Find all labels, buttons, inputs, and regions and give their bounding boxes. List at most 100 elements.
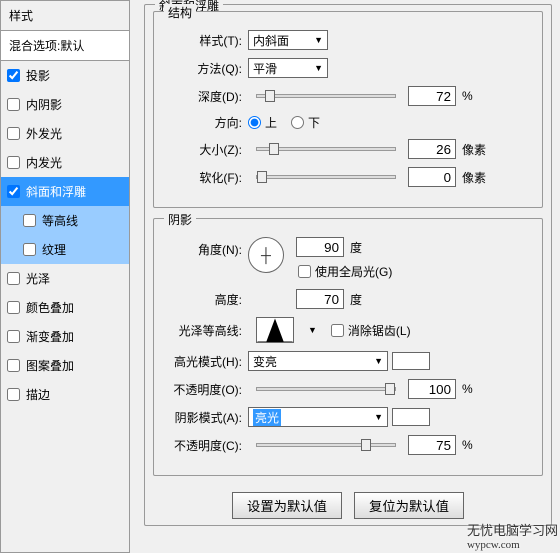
style-item-contour[interactable]: 等高线 [1, 206, 129, 235]
soften-slider[interactable] [256, 175, 396, 179]
shadow-mode-label: 阴影模式(A): [166, 409, 248, 426]
chevron-down-icon[interactable]: ▼ [308, 325, 317, 335]
gloss-contour-picker[interactable] [256, 317, 294, 343]
style-item-label: 内发光 [26, 154, 62, 171]
style-item-label: 内阴影 [26, 96, 62, 113]
checkbox-gradient-overlay[interactable] [7, 330, 20, 343]
angle-input[interactable] [296, 237, 344, 257]
styles-panel-title: 样式 [1, 1, 129, 31]
highlight-opacity-input[interactable] [408, 379, 456, 399]
size-input[interactable] [408, 139, 456, 159]
direction-up[interactable]: 上 [248, 114, 277, 131]
crosshair-icon: ┼ [261, 247, 271, 263]
soften-label: 软化(F): [166, 169, 248, 186]
checkbox-outer-glow[interactable] [7, 127, 20, 140]
shadow-color-swatch[interactable] [392, 408, 430, 426]
style-item-label: 图案叠加 [26, 357, 74, 374]
checkbox-contour[interactable] [23, 214, 36, 227]
checkbox-bevel[interactable] [7, 185, 20, 198]
size-unit: 像素 [462, 141, 486, 158]
altitude-label: 高度: [166, 291, 248, 308]
style-item-label: 外发光 [26, 125, 62, 142]
style-item-stroke[interactable]: 描边 [1, 380, 129, 409]
depth-unit: % [462, 89, 473, 103]
shadow-mode-dropdown[interactable]: 亮光 ▼ [248, 407, 388, 427]
highlight-color-swatch[interactable] [392, 352, 430, 370]
altitude-input[interactable] [296, 289, 344, 309]
depth-input[interactable] [408, 86, 456, 106]
styles-panel: 样式 混合选项:默认 投影 内阴影 外发光 内发光 斜面和浮雕 [0, 0, 130, 553]
highlight-opacity-slider[interactable] [256, 387, 396, 391]
checkbox-antialias[interactable] [331, 324, 344, 337]
style-item-label: 描边 [26, 386, 50, 403]
checkbox-satin[interactable] [7, 272, 20, 285]
angle-label: 角度(N): [166, 237, 248, 258]
checkbox-pattern-overlay[interactable] [7, 359, 20, 372]
chevron-down-icon: ▼ [314, 63, 323, 73]
blend-options-label[interactable]: 混合选项:默认 [1, 31, 129, 61]
style-item-pattern-overlay[interactable]: 图案叠加 [1, 351, 129, 380]
highlight-mode-label: 高光模式(H): [166, 353, 248, 370]
style-dropdown[interactable]: 内斜面 ▼ [248, 30, 328, 50]
direction-down[interactable]: 下 [291, 114, 320, 131]
size-slider[interactable] [256, 147, 396, 151]
shadow-opacity-slider[interactable] [256, 443, 396, 447]
method-value: 平滑 [253, 60, 277, 77]
style-item-satin[interactable]: 光泽 [1, 264, 129, 293]
shadow-opacity-unit: % [462, 438, 473, 452]
checkbox-color-overlay[interactable] [7, 301, 20, 314]
shading-group: 阴影 角度(N): ┼ 度 使用全局光(G) [153, 218, 543, 476]
angle-unit: 度 [350, 239, 362, 256]
checkbox-drop-shadow[interactable] [7, 69, 20, 82]
style-item-inner-shadow[interactable]: 内阴影 [1, 90, 129, 119]
radio-up[interactable] [248, 116, 261, 129]
method-label: 方法(Q): [166, 60, 248, 77]
soften-input[interactable] [408, 167, 456, 187]
style-item-outer-glow[interactable]: 外发光 [1, 119, 129, 148]
style-item-texture[interactable]: 纹理 [1, 235, 129, 264]
style-item-label: 投影 [26, 67, 50, 84]
chevron-down-icon: ▼ [374, 412, 383, 422]
structure-title: 结构 [164, 4, 196, 21]
style-item-gradient-overlay[interactable]: 渐变叠加 [1, 322, 129, 351]
size-label: 大小(Z): [166, 141, 248, 158]
style-item-label: 斜面和浮雕 [26, 183, 86, 200]
chevron-down-icon: ▼ [374, 356, 383, 366]
checkbox-global-light[interactable] [298, 265, 311, 278]
checkbox-inner-shadow[interactable] [7, 98, 20, 111]
gloss-label: 光泽等高线: [166, 322, 248, 339]
shadow-opacity-label: 不透明度(C): [166, 437, 248, 454]
soften-unit: 像素 [462, 169, 486, 186]
depth-label: 深度(D): [166, 88, 248, 105]
style-item-label: 渐变叠加 [26, 328, 74, 345]
settings-panel: 斜面和浮雕 结构 样式(T): 内斜面 ▼ 方法(Q): 平滑 ▼ [130, 0, 560, 553]
checkbox-stroke[interactable] [7, 388, 20, 401]
highlight-mode-dropdown[interactable]: 变亮 ▼ [248, 351, 388, 371]
global-light-checkbox[interactable]: 使用全局光(G) [298, 263, 392, 280]
style-item-color-overlay[interactable]: 颜色叠加 [1, 293, 129, 322]
set-default-button[interactable]: 设置为默认值 [232, 492, 342, 519]
angle-dial[interactable]: ┼ [248, 237, 284, 273]
style-item-label: 光泽 [26, 270, 50, 287]
style-value: 内斜面 [253, 32, 289, 49]
antialias-checkbox[interactable]: 消除锯齿(L) [331, 322, 411, 339]
buttons-row: 设置为默认值 复位为默认值 [153, 486, 543, 521]
reset-default-button[interactable]: 复位为默认值 [354, 492, 464, 519]
highlight-opacity-unit: % [462, 382, 473, 396]
shadow-opacity-input[interactable] [408, 435, 456, 455]
depth-slider[interactable] [256, 94, 396, 98]
highlight-opacity-label: 不透明度(O): [166, 381, 248, 398]
radio-down[interactable] [291, 116, 304, 129]
bevel-group: 斜面和浮雕 结构 样式(T): 内斜面 ▼ 方法(Q): 平滑 ▼ [144, 4, 552, 526]
highlight-mode-value: 变亮 [253, 353, 277, 370]
shadow-mode-value: 亮光 [253, 409, 281, 426]
style-label: 样式(T): [166, 32, 248, 49]
style-item-bevel[interactable]: 斜面和浮雕 [1, 177, 129, 206]
method-dropdown[interactable]: 平滑 ▼ [248, 58, 328, 78]
style-item-inner-glow[interactable]: 内发光 [1, 148, 129, 177]
checkbox-inner-glow[interactable] [7, 156, 20, 169]
style-item-label: 颜色叠加 [26, 299, 74, 316]
checkbox-texture[interactable] [23, 243, 36, 256]
style-item-drop-shadow[interactable]: 投影 [1, 61, 129, 90]
altitude-unit: 度 [350, 291, 362, 308]
